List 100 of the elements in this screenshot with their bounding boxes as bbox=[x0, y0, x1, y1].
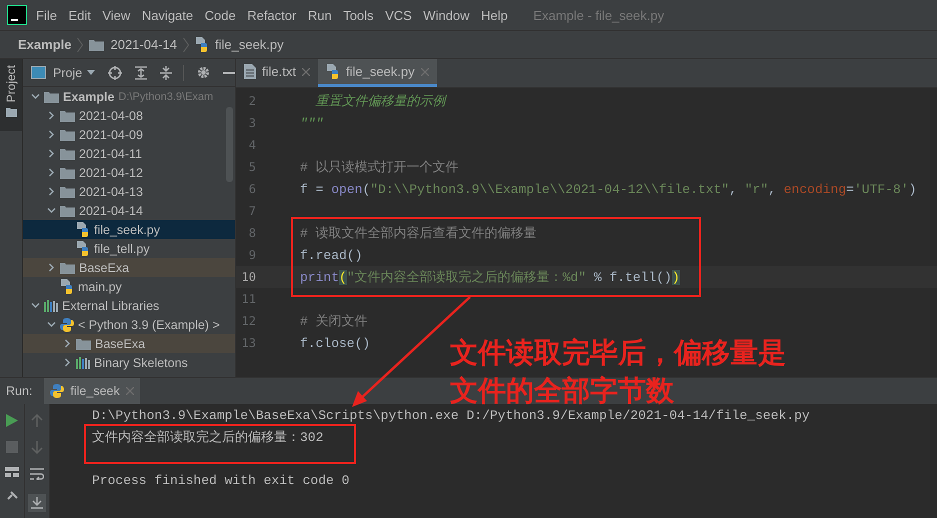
run-tab[interactable]: file_seek bbox=[44, 378, 140, 404]
app-logo-icon bbox=[7, 5, 27, 25]
chevron-right-icon[interactable] bbox=[63, 358, 72, 367]
line-number: 5 bbox=[248, 160, 256, 174]
editor-tab[interactable]: file_seek.py bbox=[318, 59, 437, 87]
editor-tab[interactable]: file.txt bbox=[236, 59, 318, 87]
menu-item[interactable]: Run bbox=[308, 8, 332, 22]
tab-label: file_seek bbox=[70, 384, 120, 398]
chevron-down-icon[interactable] bbox=[47, 206, 56, 215]
tree-item[interactable]: 2021-04-09 bbox=[23, 125, 235, 144]
breadcrumb-item[interactable]: 2021-04-14 bbox=[110, 37, 177, 52]
item-label: Example bbox=[63, 90, 114, 104]
folder-icon bbox=[60, 186, 75, 198]
library-icon bbox=[76, 356, 90, 368]
layout-icon[interactable] bbox=[5, 467, 19, 477]
tree-item[interactable]: file_tell.py bbox=[23, 239, 235, 258]
item-label: 2021-04-09 bbox=[79, 128, 143, 142]
pin-icon[interactable] bbox=[6, 491, 18, 501]
folder-icon bbox=[60, 128, 75, 140]
line-number: 6 bbox=[248, 182, 256, 196]
item-label: file_seek.py bbox=[94, 222, 160, 236]
separator-icon bbox=[182, 36, 189, 52]
console-output-line: D:\Python3.9\Example\BaseExa\Scripts\python.exe D:/Python3.9/Example/2021-04-14/file_seek.py bbox=[92, 407, 810, 425]
menu-item[interactable]: View bbox=[102, 8, 130, 22]
chevron-right-icon[interactable] bbox=[47, 168, 56, 177]
python-file-icon bbox=[60, 279, 74, 294]
panel-title[interactable]: Proje bbox=[52, 66, 82, 80]
tree-item[interactable]: 2021-04-08 bbox=[23, 106, 235, 125]
item-label: < Python 3.9 (Example) > bbox=[78, 318, 220, 332]
chevron-right-icon[interactable] bbox=[47, 111, 56, 120]
tree-item[interactable]: External Libraries bbox=[23, 296, 235, 315]
python-logo-icon bbox=[50, 384, 64, 398]
menu-item[interactable]: Code bbox=[204, 8, 236, 22]
chevron-right-icon[interactable] bbox=[47, 263, 56, 272]
item-label: BaseExa bbox=[79, 260, 130, 274]
chevron-right-icon[interactable] bbox=[47, 130, 56, 139]
menu-item[interactable]: Navigate bbox=[142, 8, 194, 22]
run-icon[interactable] bbox=[6, 414, 18, 427]
menu-item[interactable]: Window bbox=[423, 8, 470, 22]
line-number: 7 bbox=[248, 204, 256, 218]
chevron-down-icon[interactable] bbox=[31, 92, 40, 101]
scroll-to-end-icon[interactable] bbox=[28, 494, 46, 512]
tree-item[interactable]: 2021-04-12 bbox=[23, 163, 235, 182]
run-label: Run: bbox=[6, 384, 32, 398]
folder-icon bbox=[76, 338, 91, 350]
tab-label: Project bbox=[4, 65, 18, 102]
crosshair-icon[interactable] bbox=[108, 66, 122, 80]
code-text: # 读取文件全部内容后查看文件的偏移量 bbox=[300, 225, 537, 242]
tree-item[interactable]: Example D:\Python3.9\Exam bbox=[23, 87, 235, 106]
folder-icon bbox=[60, 166, 75, 178]
breadcrumb-item[interactable]: Example bbox=[18, 37, 72, 52]
item-label: Binary Skeletons bbox=[94, 356, 188, 370]
tree-item[interactable]: 2021-04-13 bbox=[23, 182, 235, 201]
menu-item[interactable]: File bbox=[36, 8, 57, 22]
tree-item[interactable]: 2021-04-14 bbox=[23, 201, 235, 220]
folder-icon bbox=[60, 148, 75, 160]
tree-item[interactable]: BaseExa bbox=[23, 334, 235, 353]
separator-icon bbox=[77, 36, 84, 52]
python-file-icon bbox=[194, 37, 209, 52]
expand-all-icon[interactable] bbox=[135, 66, 148, 80]
menu-item[interactable]: VCS bbox=[385, 8, 412, 22]
project-tool-tab[interactable]: Project bbox=[0, 59, 22, 131]
menu-item[interactable]: Refactor bbox=[247, 8, 296, 22]
tree-item[interactable]: file_seek.py bbox=[23, 220, 235, 239]
line-number: 11 bbox=[240, 292, 256, 306]
minimize-icon[interactable] bbox=[223, 70, 235, 74]
chevron-down-icon[interactable] bbox=[31, 301, 40, 310]
item-label: 2021-04-12 bbox=[79, 166, 143, 180]
text-file-icon bbox=[244, 64, 256, 79]
chevron-right-icon[interactable] bbox=[47, 187, 56, 196]
chevron-right-icon[interactable] bbox=[63, 339, 72, 348]
menu-item[interactable]: Tools bbox=[343, 8, 374, 22]
line-number: 13 bbox=[240, 336, 256, 350]
menu-item[interactable]: Help bbox=[481, 8, 508, 22]
line-number: 12 bbox=[240, 314, 256, 328]
tree-item[interactable]: 2021-04-11 bbox=[23, 144, 235, 163]
tree-item[interactable]: < Python 3.9 (Example) > bbox=[23, 315, 235, 334]
item-label: BaseExa bbox=[95, 336, 146, 350]
tree-item[interactable]: Binary Skeletons bbox=[23, 353, 235, 372]
chevron-down-icon[interactable] bbox=[47, 320, 56, 329]
dropdown-caret-icon[interactable] bbox=[87, 70, 96, 76]
soft-wrap-icon[interactable] bbox=[30, 468, 44, 480]
collapse-all-icon[interactable] bbox=[160, 66, 172, 80]
chevron-right-icon[interactable] bbox=[47, 149, 56, 158]
code-text: """ bbox=[300, 116, 324, 130]
item-label: 2021-04-08 bbox=[79, 108, 143, 122]
menu-item[interactable]: Edit bbox=[68, 8, 91, 22]
settings-icon[interactable] bbox=[197, 66, 210, 79]
breadcrumb-item[interactable]: file_seek.py bbox=[214, 37, 284, 52]
annotation-text: 文件读取完毕后，偏移量是 bbox=[450, 336, 786, 370]
code-text: f = open("D:\\Python3.9\\Example\\2021-04-12\\file.txt", "r", encoding='UTF-8') bbox=[300, 182, 916, 196]
code-text: # 以只读模式打开一个文件 bbox=[300, 159, 459, 176]
tree-item[interactable]: main.py bbox=[23, 277, 235, 296]
library-icon bbox=[44, 300, 58, 312]
tab-label: file.txt bbox=[262, 64, 296, 79]
code-text: 重置文件偏移量的示例 bbox=[314, 93, 446, 110]
window-icon bbox=[31, 66, 46, 79]
tree-item[interactable]: BaseExa bbox=[23, 258, 235, 277]
line-number: 9 bbox=[248, 248, 256, 262]
folder-icon bbox=[60, 204, 75, 216]
